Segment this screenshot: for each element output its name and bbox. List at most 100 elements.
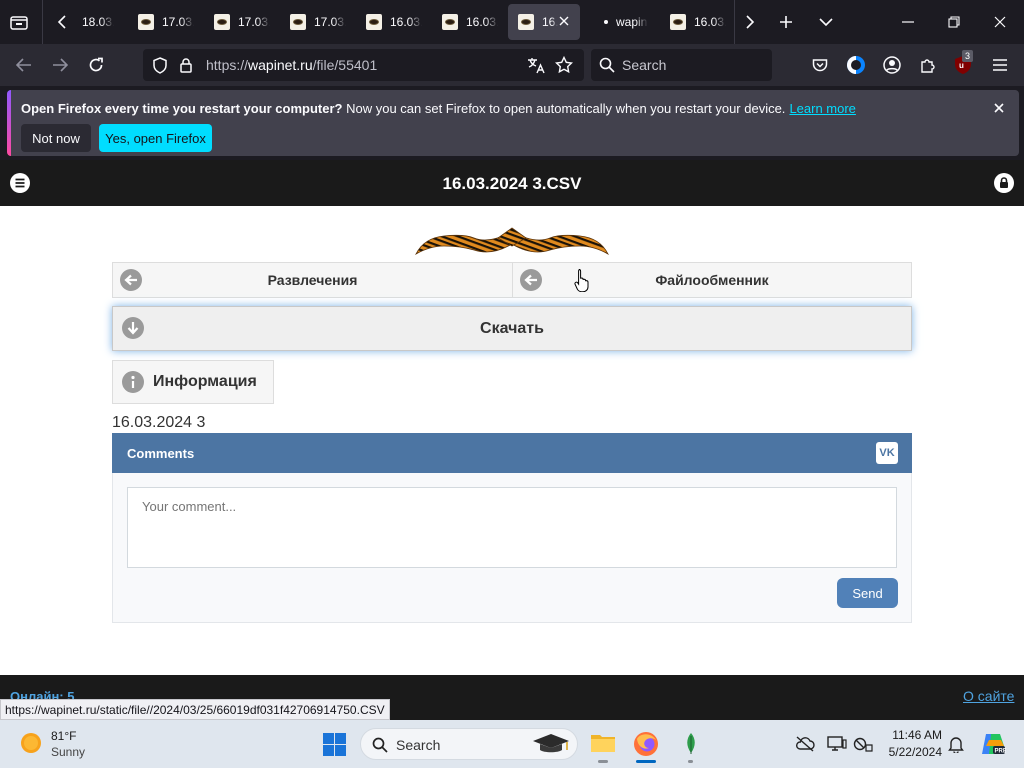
graduation-cap-icon (529, 731, 573, 757)
loading-dot-icon (604, 20, 608, 24)
list-all-tabs-chevron-icon[interactable] (816, 12, 836, 32)
web-page: 16.03.2024 3.CSV Развлечения Файлообменн… (0, 160, 1024, 720)
tab-9[interactable]: 16.03.2024 (660, 4, 732, 40)
information-button[interactable]: Информация (112, 360, 274, 404)
active-app-indicator (636, 760, 656, 763)
scroll-tabs-right-icon[interactable] (740, 12, 760, 32)
firefox-taskbar-icon[interactable] (633, 731, 659, 757)
arrow-down-icon (122, 317, 144, 339)
notification-bell-icon[interactable] (948, 735, 964, 753)
tab-5[interactable]: 16.03.2024 (356, 4, 428, 40)
file-explorer-icon[interactable] (590, 732, 616, 754)
windows-start-icon[interactable] (323, 733, 346, 756)
cloud-offline-icon[interactable] (795, 735, 815, 753)
eye-favicon-icon (366, 14, 382, 30)
arrow-left-icon (120, 269, 142, 291)
reload-icon[interactable] (86, 55, 106, 75)
comments-widget: Comments VK Send (112, 433, 912, 623)
not-now-button[interactable]: Not now (21, 124, 91, 152)
padlock-icon[interactable] (179, 57, 193, 73)
tab-1[interactable]: 18.03.2024 (72, 4, 132, 40)
url-text[interactable]: https://wapinet.ru/file/55401 (206, 57, 377, 73)
url-scheme: https:// (206, 57, 249, 73)
weather-temperature: 81°F (51, 729, 77, 743)
clock-time[interactable]: 11:46 AM (882, 728, 942, 742)
tab-title: 16.03.2024 (542, 15, 558, 29)
nav-button-file-exchange[interactable]: Файлообменник (512, 262, 912, 298)
notification-bold-text: Open Firefox every time you restart your… (21, 101, 343, 116)
link-status-url: https://wapinet.ru/static/file//2024/03/… (0, 699, 390, 720)
copilot-icon[interactable]: PRE (980, 732, 1006, 756)
learn-more-link[interactable]: Learn more (789, 101, 855, 116)
restore-window-icon[interactable] (944, 12, 964, 32)
tab-8[interactable]: wapinet (590, 4, 660, 40)
lock-icon[interactable] (994, 173, 1014, 193)
eye-favicon-icon (290, 14, 306, 30)
vk-logo-icon[interactable]: VK (876, 442, 898, 464)
hand-cursor-icon (574, 268, 590, 292)
tab-7-active[interactable]: 16.03.2024 (508, 4, 580, 40)
new-tab-plus-icon[interactable] (776, 12, 796, 32)
sun-weather-icon[interactable] (20, 732, 42, 754)
svg-text:u: u (959, 61, 964, 70)
search-placeholder: Search (622, 57, 667, 73)
firefox-autostart-notification: Open Firefox every time you restart your… (7, 90, 1019, 156)
bookmark-star-icon[interactable] (555, 56, 573, 74)
tab-6[interactable]: 16.03.2024 (432, 4, 504, 40)
extensions-puzzle-icon[interactable] (918, 55, 938, 75)
eye-favicon-icon (670, 14, 686, 30)
page-title: 16.03.2024 3.CSV (442, 174, 582, 193)
taskbar-search-box[interactable]: Search (360, 728, 578, 760)
dark-mode-extension-icon[interactable] (845, 54, 867, 76)
search-icon (599, 57, 615, 73)
tab-3[interactable]: 17.03.2024 (204, 4, 276, 40)
close-notification-icon[interactable] (991, 100, 1007, 116)
tab-2[interactable]: 17.03.2024 (128, 4, 200, 40)
eye-favicon-icon (442, 14, 458, 30)
tab-title: wapinet (616, 15, 648, 29)
close-tab-icon[interactable] (558, 15, 570, 27)
tab-title: 17.03.2024 (314, 15, 346, 29)
about-site-link[interactable]: О сайте (963, 688, 1014, 704)
weather-description: Sunny (51, 745, 86, 759)
comments-title: Comments (127, 446, 195, 461)
forward-arrow-icon[interactable] (50, 55, 70, 75)
translate-icon[interactable] (527, 56, 545, 74)
nav-button-entertainment[interactable]: Развлечения (112, 262, 513, 298)
pocket-icon[interactable] (810, 55, 830, 75)
eye-favicon-icon (214, 14, 230, 30)
information-label: Информация (153, 373, 257, 390)
download-button[interactable]: Скачать (112, 306, 912, 351)
nav-button-label: Развлечения (267, 272, 358, 288)
navigation-toolbar: https://wapinet.ru/file/55401 Search u 3 (0, 44, 1024, 86)
tab-title: 16.03.2024 (694, 15, 726, 29)
url-path: /file/55401 (312, 57, 378, 73)
taskbar-search-label: Search (396, 737, 441, 753)
search-bar[interactable]: Search (591, 49, 772, 81)
leaf-app-icon[interactable] (683, 732, 699, 756)
network-disconnected-icon[interactable] (853, 735, 873, 753)
close-window-icon[interactable] (990, 12, 1010, 32)
account-icon[interactable] (882, 55, 902, 75)
windows-taskbar: 81°F Sunny Search 11:46 AM 5/22/2024 PRE (0, 720, 1024, 768)
tab-4[interactable]: 17.03.2024 (280, 4, 352, 40)
running-indicator (598, 760, 608, 763)
running-indicator (688, 760, 693, 763)
display-icon[interactable] (827, 735, 847, 753)
extension-badge-count: 3 (962, 50, 974, 62)
nav-button-label: Файлообменник (655, 272, 769, 288)
shield-tracking-protection-icon[interactable] (152, 57, 168, 74)
url-domain: wapinet.ru (248, 57, 313, 73)
minimize-window-icon[interactable] (898, 12, 918, 32)
comment-input[interactable] (127, 487, 897, 568)
send-button[interactable]: Send (837, 578, 898, 608)
yes-open-firefox-button[interactable]: Yes, open Firefox (99, 124, 212, 152)
scroll-tabs-left-icon[interactable] (52, 12, 72, 32)
back-arrow-icon[interactable] (14, 55, 34, 75)
url-bar[interactable]: https://wapinet.ru/file/55401 (143, 49, 584, 81)
hamburger-menu-icon[interactable] (990, 55, 1010, 75)
clock-date[interactable]: 5/22/2024 (882, 745, 942, 759)
firefox-view-icon[interactable] (8, 12, 30, 32)
svg-text:PRE: PRE (995, 749, 1007, 755)
tab-title: 17.03.2024 (238, 15, 270, 29)
